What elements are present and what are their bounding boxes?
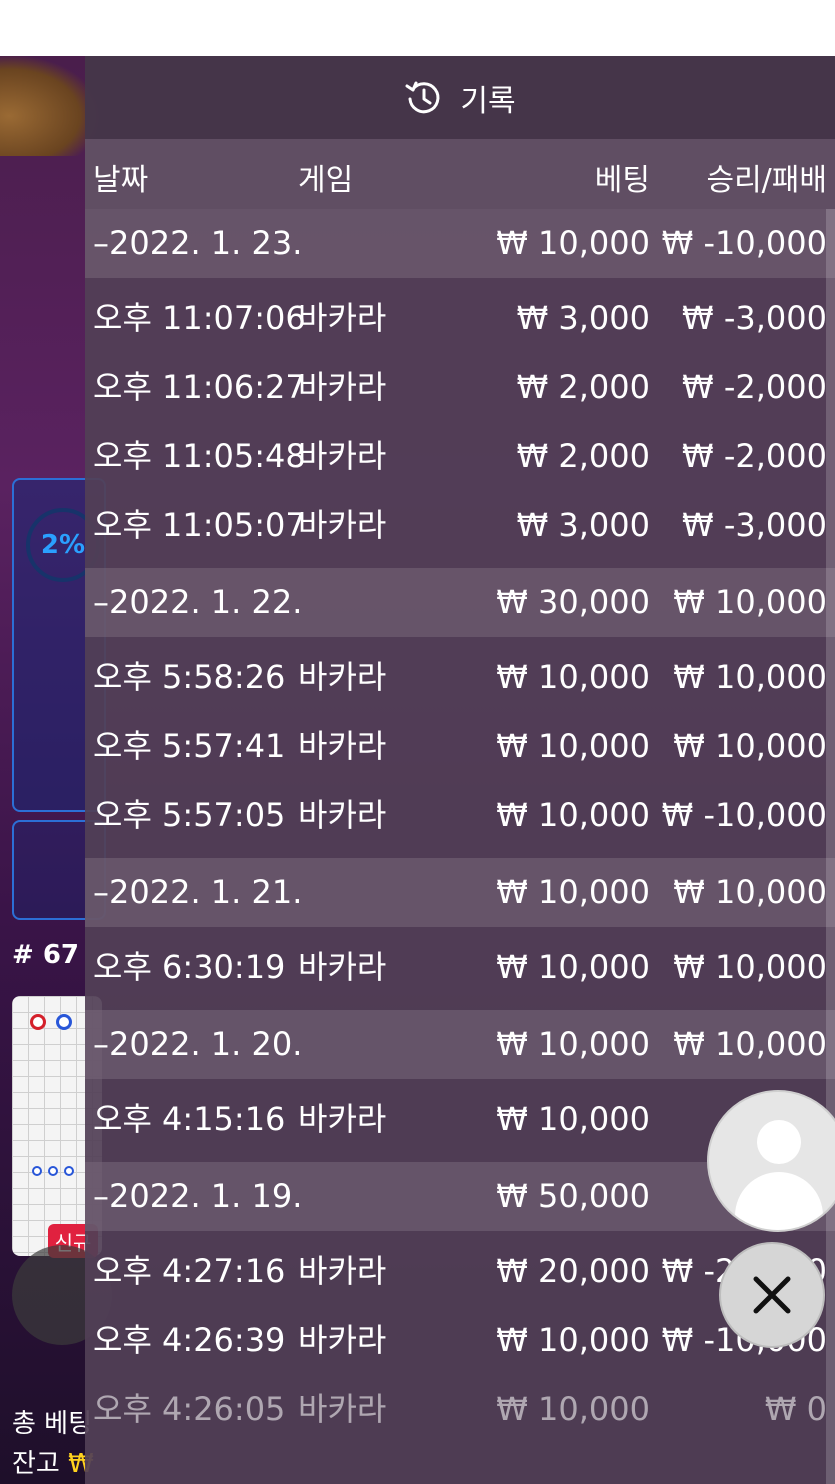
row-result: ₩ 10,000 — [673, 658, 827, 696]
row-bet: ₩ 10,000 — [496, 1100, 650, 1138]
column-result[interactable]: 승리/패배 — [706, 155, 827, 199]
row-game: 바카라 — [298, 1390, 387, 1428]
row-bet: ₩ 10,000 — [496, 224, 650, 262]
row-game: 바카라 — [298, 506, 387, 544]
row-bet: ₩ 10,000 — [496, 796, 650, 834]
row-result: ₩ 10,000 — [673, 583, 827, 621]
table-row[interactable]: 오후 4:26:05 바카라 ₩ 10,000 ₩ 0 — [85, 1375, 835, 1444]
row-game: 바카라 — [298, 727, 387, 765]
row-date: –2022. 1. 20. — [93, 1025, 303, 1063]
row-date: –2022. 1. 22. — [93, 583, 303, 621]
row-game: 바카라 — [298, 1252, 387, 1290]
total-bet-label: 총 베팅 — [12, 1409, 93, 1439]
gauge-label: 2% — [40, 530, 86, 560]
row-date: 오후 4:26:39 — [93, 1321, 286, 1359]
table-header: 날짜 게임 베팅 승리/패배 — [85, 139, 835, 209]
row-result: ₩ 0 — [764, 1390, 827, 1428]
history-scrollbar[interactable] — [826, 209, 835, 1484]
row-result: ₩ -3,000 — [682, 299, 827, 337]
row-date: 오후 5:57:05 — [93, 796, 286, 834]
road-dot — [30, 1014, 46, 1030]
row-result: ₩ -10,000 — [661, 224, 827, 262]
row-result: ₩ 10,000 — [673, 873, 827, 911]
row-date: 오후 11:05:07 — [93, 506, 306, 544]
table-row[interactable]: 오후 11:05:07 바카라 ₩ 3,000 ₩ -3,000 — [85, 491, 835, 560]
status-bar — [0, 0, 835, 56]
row-date: 오후 4:15:16 — [93, 1100, 286, 1138]
column-date[interactable]: 날짜 — [93, 155, 148, 199]
history-panel: 기록 날짜 게임 베팅 승리/패배 –2022. 1. 23. ₩ 10,000… — [85, 56, 835, 1484]
avatar-icon — [757, 1120, 801, 1164]
row-result: ₩ -10,000 — [661, 796, 827, 834]
row-date: –2022. 1. 23. — [93, 224, 303, 262]
road-dot — [56, 1014, 72, 1030]
row-date: –2022. 1. 21. — [93, 873, 303, 911]
table-row[interactable]: 오후 5:58:26 바카라 ₩ 10,000 ₩ 10,000 — [85, 643, 835, 712]
row-bet: ₩ 10,000 — [496, 658, 650, 696]
table-row[interactable]: 오후 6:30:19 바카라 ₩ 10,000 ₩ 10,000 — [85, 933, 835, 1002]
row-date: 오후 11:05:48 — [93, 437, 306, 475]
row-bet: ₩ 3,000 — [516, 506, 650, 544]
row-game: 바카라 — [298, 299, 387, 337]
row-result: ₩ -3,000 — [682, 506, 827, 544]
row-result: ₩ -2,000 — [682, 437, 827, 475]
round-label: # 67 — [12, 940, 80, 970]
row-bet: ₩ 2,000 — [516, 437, 650, 475]
table-row[interactable]: 오후 11:07:06 바카라 ₩ 3,000 ₩ -3,000 — [85, 284, 835, 353]
history-header: 기록 — [85, 56, 835, 139]
day-row[interactable]: –2022. 1. 21. ₩ 10,000 ₩ 10,000 — [85, 858, 835, 927]
row-date: 오후 11:07:06 — [93, 299, 306, 337]
day-row[interactable]: –2022. 1. 23. ₩ 10,000 ₩ -10,000 — [85, 209, 835, 278]
row-bet: ₩ 10,000 — [496, 1321, 650, 1359]
close-icon — [753, 1276, 791, 1314]
row-bet: ₩ 10,000 — [496, 948, 650, 986]
table-row[interactable]: 오후 11:06:27 바카라 ₩ 2,000 ₩ -2,000 — [85, 353, 835, 422]
close-button[interactable] — [719, 1242, 825, 1348]
table-row[interactable]: 오후 5:57:41 바카라 ₩ 10,000 ₩ 10,000 — [85, 712, 835, 781]
row-bet: ₩ 3,000 — [516, 299, 650, 337]
history-title: 기록 — [460, 83, 516, 119]
road-dot — [48, 1166, 58, 1176]
row-bet: ₩ 30,000 — [496, 583, 650, 621]
row-date: –2022. 1. 19. — [93, 1177, 303, 1215]
row-date: 오후 11:06:27 — [93, 368, 306, 406]
day-row[interactable]: –2022. 1. 20. ₩ 10,000 ₩ 10,000 — [85, 1010, 835, 1079]
avatar-body-shape — [735, 1172, 823, 1230]
row-date: 오후 5:57:41 — [93, 727, 286, 765]
row-game: 바카라 — [298, 1100, 387, 1138]
row-game: 바카라 — [298, 437, 387, 475]
row-game: 바카라 — [298, 1321, 387, 1359]
row-date: 오후 6:30:19 — [93, 948, 286, 986]
row-game: 바카라 — [298, 658, 387, 696]
row-game: 바카라 — [298, 796, 387, 834]
row-result: ₩ 10,000 — [673, 1025, 827, 1063]
balance-area: 총 베팅 잔고 ₩ — [12, 1404, 94, 1484]
row-date: 오후 4:26:05 — [93, 1390, 286, 1428]
row-game: 바카라 — [298, 948, 387, 986]
road-dot — [64, 1166, 74, 1176]
column-game[interactable]: 게임 — [298, 155, 353, 199]
row-bet: ₩ 50,000 — [496, 1177, 650, 1215]
row-result: ₩ 10,000 — [673, 948, 827, 986]
column-bet[interactable]: 베팅 — [595, 155, 650, 199]
table-row[interactable]: 오후 5:57:05 바카라 ₩ 10,000 ₩ -10,000 — [85, 781, 835, 850]
road-dot — [32, 1166, 42, 1176]
row-result: ₩ -2,000 — [682, 368, 827, 406]
row-date: 오후 4:27:16 — [93, 1252, 286, 1290]
row-bet: ₩ 20,000 — [496, 1252, 650, 1290]
row-bet: ₩ 10,000 — [496, 873, 650, 911]
table-row[interactable]: 오후 11:05:48 바카라 ₩ 2,000 ₩ -2,000 — [85, 422, 835, 491]
balance-label: 잔고 — [12, 1449, 60, 1479]
row-game: 바카라 — [298, 368, 387, 406]
history-icon — [405, 81, 440, 113]
row-date: 오후 5:58:26 — [93, 658, 286, 696]
row-bet: ₩ 10,000 — [496, 1390, 650, 1428]
row-bet: ₩ 2,000 — [516, 368, 650, 406]
row-bet: ₩ 10,000 — [496, 727, 650, 765]
row-result: ₩ 10,000 — [673, 727, 827, 765]
row-bet: ₩ 10,000 — [496, 1025, 650, 1063]
day-row[interactable]: –2022. 1. 22. ₩ 30,000 ₩ 10,000 — [85, 568, 835, 637]
